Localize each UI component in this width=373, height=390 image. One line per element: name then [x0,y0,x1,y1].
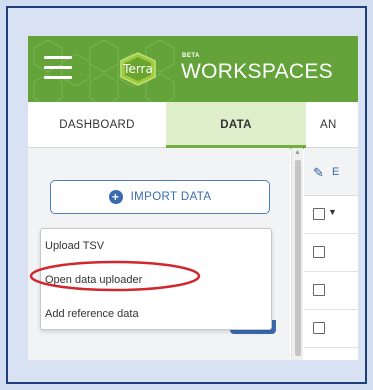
table-row [304,272,358,310]
pencil-icon[interactable]: ✎ [313,165,324,181]
caret-down-icon[interactable]: ▼ [328,207,337,217]
table-toolbar: ✎ E [304,148,358,196]
tab-analyses[interactable]: AN [306,102,358,148]
row-checkbox[interactable] [313,246,325,258]
select-all-checkbox[interactable] [313,208,325,220]
page-title: WORKSPACES [181,60,333,83]
scrollbar-thumb[interactable] [295,160,301,356]
scroll-up-arrow-icon[interactable]: ▲ [294,149,301,156]
import-data-label: IMPORT DATA [130,191,212,203]
highlight-ellipse [29,260,201,292]
beta-badge: BETA [182,53,200,59]
table-row [304,310,358,348]
plus-circle-icon: + [108,190,123,204]
table-header-row: ▼ [304,196,358,234]
table-row [304,348,358,360]
import-data-button[interactable]: + IMPORT DATA [50,180,270,214]
menu-item-add-reference-data[interactable]: Add reference data [45,305,139,323]
tab-dashboard[interactable]: DASHBOARD [28,102,166,148]
tab-data[interactable]: DATA [166,102,306,149]
table-row [304,234,358,272]
row-checkbox[interactable] [313,284,325,296]
hamburger-menu-icon[interactable] [44,56,72,80]
workspace-tabs: DASHBOARD DATA AN [28,102,358,149]
app-window: Terra BETA WORKSPACES DASHBOARD DATA AN … [28,36,358,360]
logo-text: Terra [123,62,153,76]
sidebar-scrollbar[interactable]: ▲ [291,148,303,360]
edit-button-label[interactable]: E [332,166,339,178]
menu-item-upload-tsv[interactable]: Upload TSV [45,237,104,255]
app-header: Terra BETA WORKSPACES [28,36,358,102]
entity-table: ✎ E ▼ [304,148,358,360]
row-checkbox[interactable] [313,322,325,334]
terra-logo[interactable]: Terra [118,52,158,86]
